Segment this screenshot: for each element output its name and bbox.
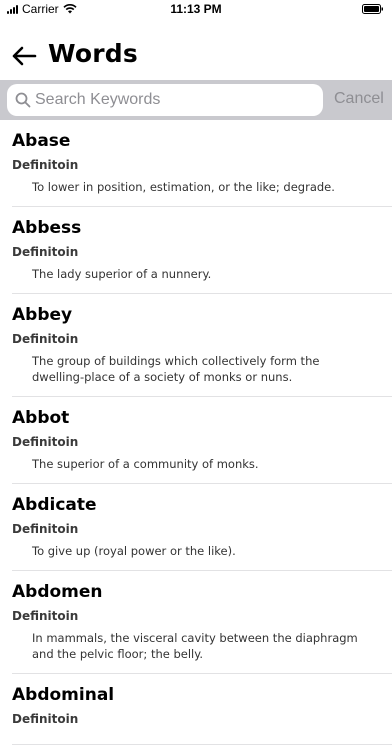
definition-text: To give up (royal power or the like).: [32, 544, 236, 558]
status-bar: Carrier 11:13 PM: [0, 0, 392, 20]
status-time: 11:13 PM: [170, 2, 222, 16]
battery-icon: [362, 4, 383, 14]
definition-label: Definitoin: [12, 609, 79, 623]
definition-text: [32, 733, 392, 744]
list-item[interactable]: Abbey Definitoin The group of buildings …: [12, 294, 392, 397]
word-title: Abase: [12, 131, 71, 151]
definition-label: Definitoin: [12, 712, 79, 726]
word-title: Abdomen: [12, 582, 103, 602]
cancel-button[interactable]: Cancel: [334, 90, 384, 108]
definition-label: Definitoin: [12, 332, 79, 346]
definition-text: The superior of a community of monks.: [32, 457, 259, 471]
nav-header: Words: [0, 36, 392, 76]
word-title: Abbot: [12, 408, 70, 428]
search-field[interactable]: [7, 84, 323, 116]
definition-label: Definitoin: [12, 158, 79, 172]
list-item[interactable]: Abdomen Definitoin In mammals, the visce…: [12, 571, 392, 674]
search-input[interactable]: [35, 84, 315, 116]
word-title: Abbey: [12, 305, 73, 325]
list-item[interactable]: Abbess Definitoin The lady superior of a…: [12, 207, 392, 294]
definition-text: The lady superior of a nunnery.: [32, 267, 212, 281]
list-item[interactable]: Abdicate Definitoin To give up (royal po…: [12, 484, 392, 571]
definition-text: The group of buildings which collectivel…: [32, 354, 320, 384]
definition-label: Definitoin: [12, 435, 79, 449]
word-title: Abbess: [12, 218, 82, 238]
definition-text: To lower in position, estimation, or the…: [32, 180, 335, 194]
search-bar: Cancel: [0, 80, 392, 120]
definition-text: In mammals, the visceral cavity between …: [32, 631, 358, 661]
arrow-left-icon: [12, 46, 37, 66]
definition-label: Definitoin: [12, 245, 79, 259]
page-title: Words: [48, 39, 138, 68]
definition-label: Definitoin: [12, 522, 79, 536]
word-title: Abdicate: [12, 495, 97, 515]
list-item[interactable]: Abbot Definitoin The superior of a commu…: [12, 397, 392, 484]
list-item[interactable]: Abase Definitoin To lower in position, e…: [12, 120, 392, 207]
back-button[interactable]: [10, 44, 38, 68]
search-icon: [15, 92, 31, 108]
word-title: Abdominal: [12, 685, 115, 705]
list-item[interactable]: Abdominal Definitoin: [12, 674, 392, 745]
word-list: Abase Definitoin To lower in position, e…: [0, 120, 392, 745]
